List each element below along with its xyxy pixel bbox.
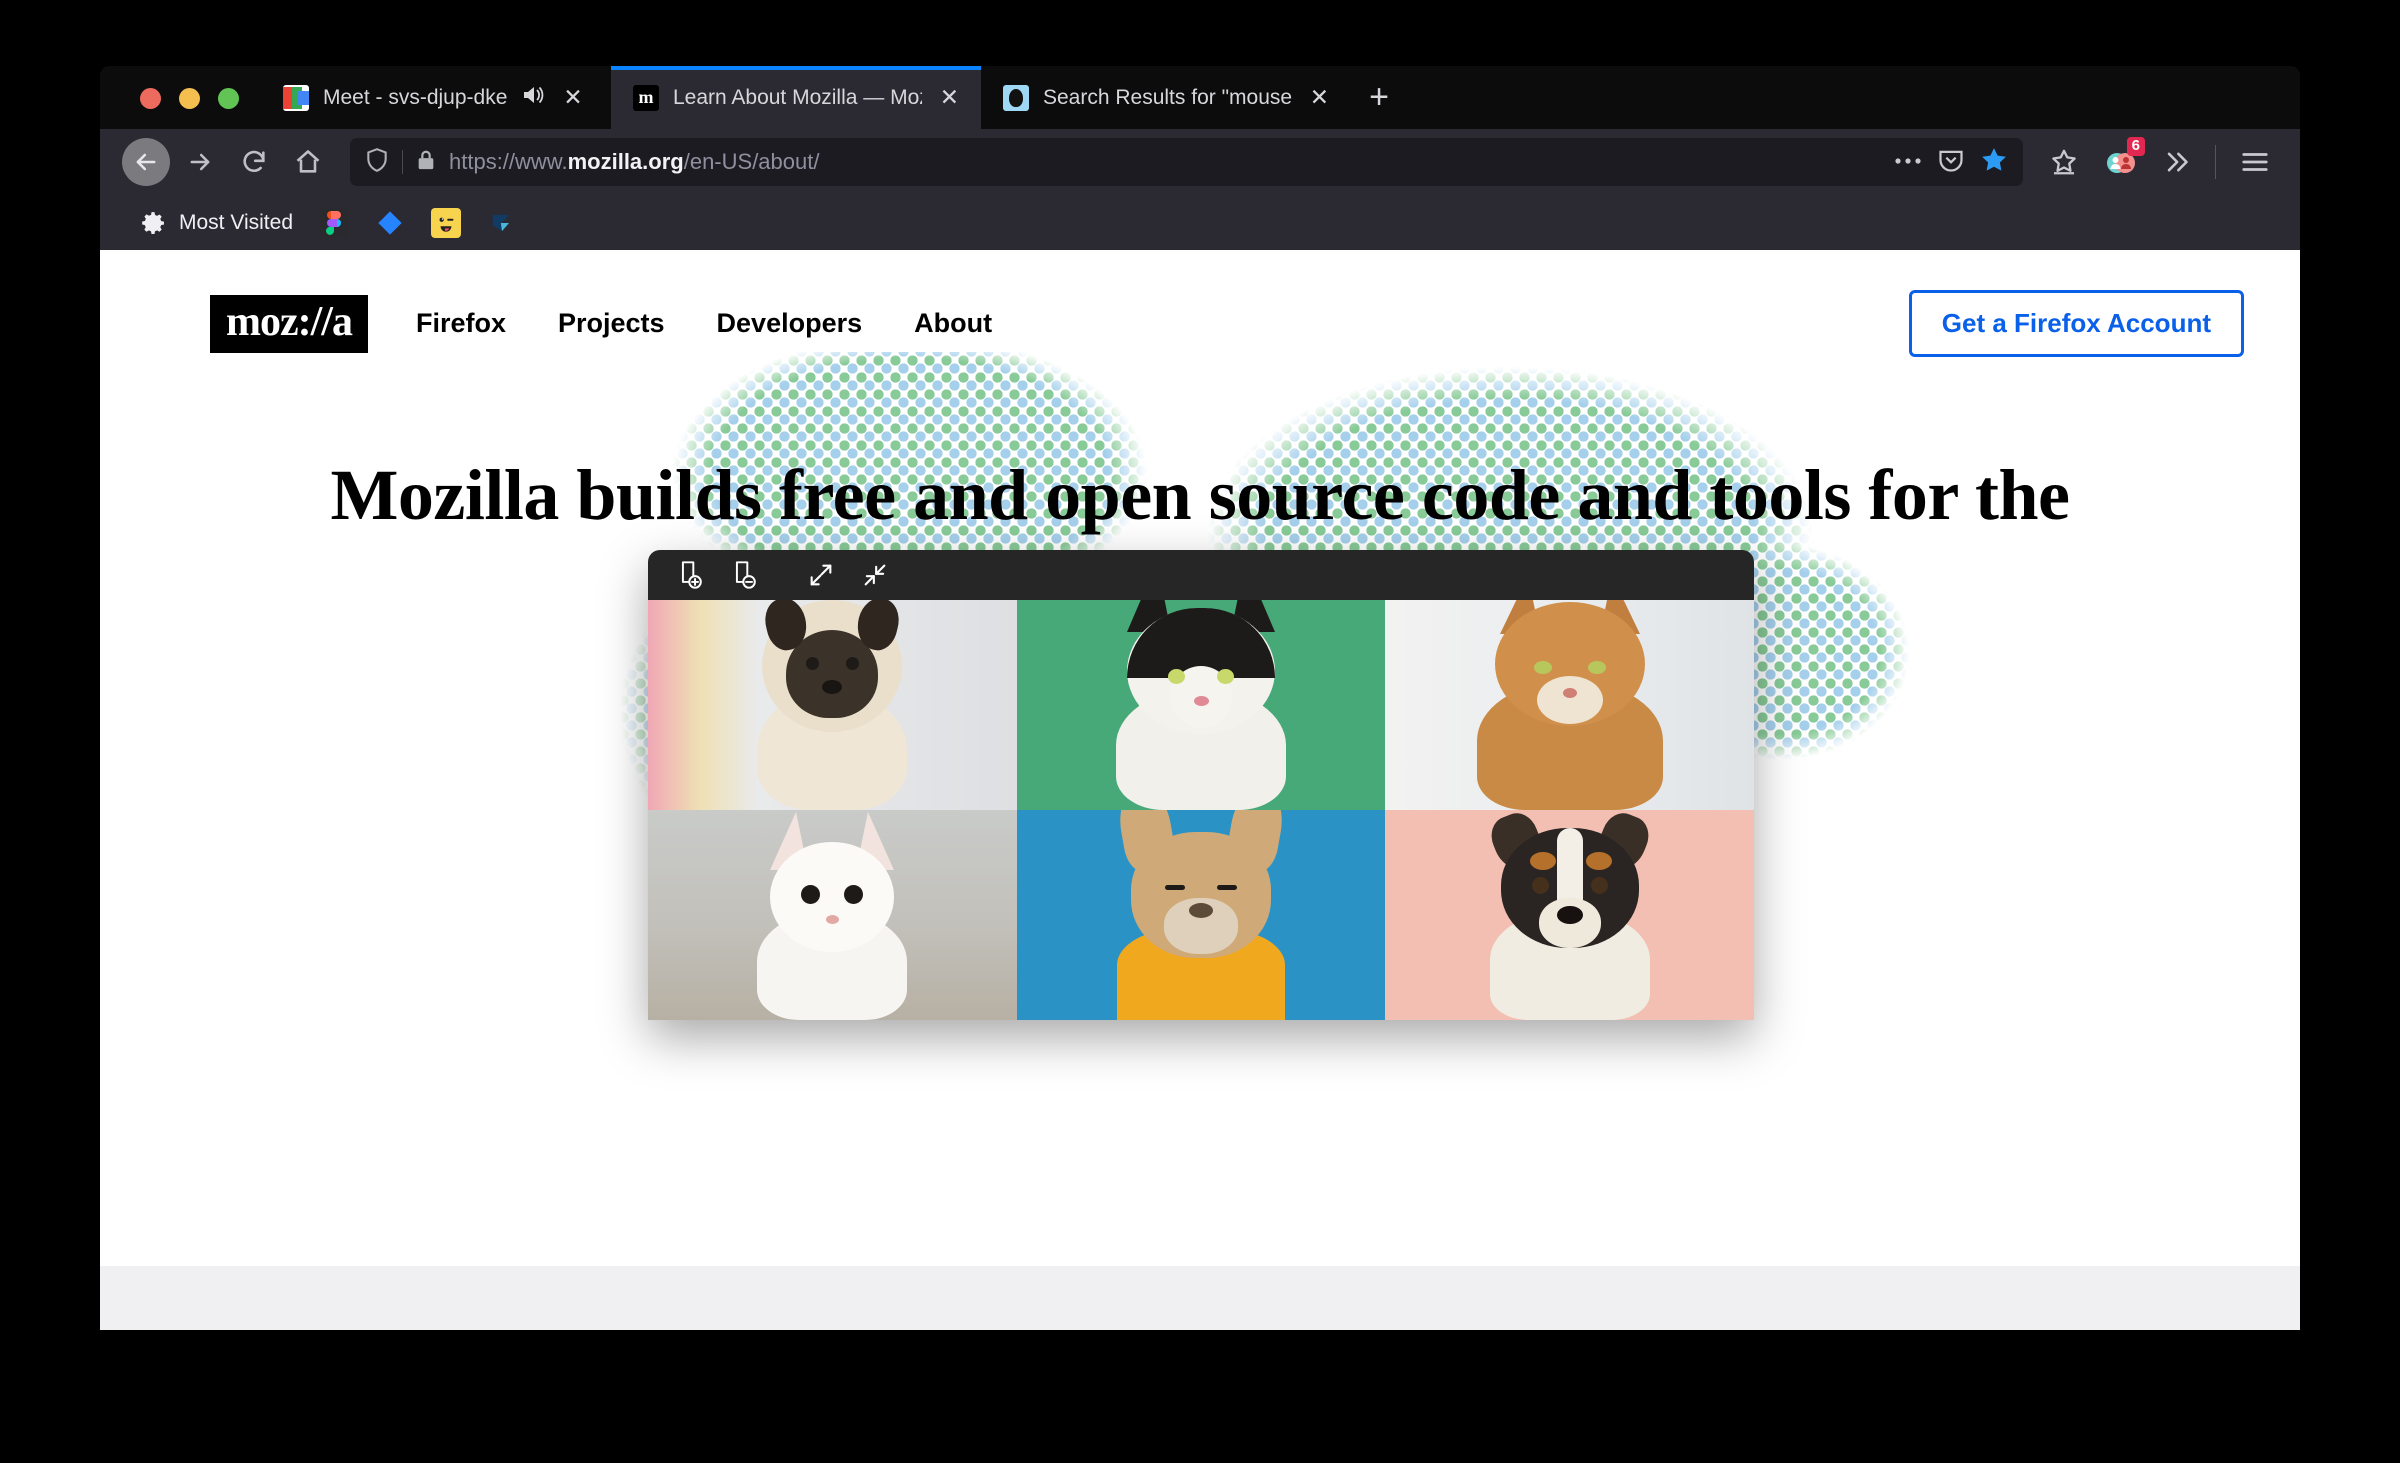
tab-list: Meet - svs-djup-dke ✕ m Learn About Mozi…: [261, 66, 2300, 129]
mission-heading: Our Mission in Action: [100, 1266, 2300, 1330]
pet-photo-french-bulldog[interactable]: [1016, 810, 1386, 1020]
bengal-right-eye: [1587, 661, 1606, 674]
jack-left-brow: [1529, 852, 1556, 870]
pet-photo-pug[interactable]: [648, 600, 1017, 810]
page-content: moz://a Firefox Projects Developers Abou…: [100, 250, 2300, 1330]
save-to-library-icon[interactable]: [2041, 139, 2087, 185]
pet-photo-bengal-cat[interactable]: [1385, 600, 1754, 810]
navigation-toolbar: https://www.mozilla.org/en-US/about/ 6: [100, 129, 2300, 195]
nav-link-about[interactable]: About: [914, 308, 992, 339]
browser-window: Meet - svs-djup-dke ✕ m Learn About Mozi…: [100, 66, 2300, 1330]
mission-section: Our Mission in Action: [100, 1266, 2300, 1330]
jack-right-eye: [1590, 877, 1608, 894]
emoji-icon: [431, 207, 461, 238]
bookmark-most-visited[interactable]: Most Visited: [130, 204, 301, 242]
url-divider: [402, 150, 403, 174]
tab-title: Learn About Mozilla — Mozilla: [673, 85, 922, 109]
frenchie-left-eye: [1164, 885, 1185, 890]
pet-photo-jack-russell[interactable]: [1385, 810, 1754, 1020]
nav-link-firefox[interactable]: Firefox: [416, 308, 506, 339]
figma-icon: [319, 207, 349, 238]
multi-account-containers-icon[interactable]: 6: [2097, 137, 2145, 185]
site-navigation: moz://a Firefox Projects Developers Abou…: [100, 250, 2300, 357]
toolbar-right-icons: 6: [2041, 137, 2278, 185]
hamburger-menu-icon[interactable]: [2232, 139, 2278, 185]
gear-icon: [138, 208, 168, 238]
padlock-icon[interactable]: [415, 148, 437, 177]
tab-close-button[interactable]: ✕: [936, 86, 963, 109]
url-bar[interactable]: https://www.mozilla.org/en-US/about/: [350, 138, 2023, 186]
add-page-button[interactable]: [668, 554, 714, 596]
expand-button[interactable]: [798, 554, 844, 596]
frenchie-right-eye: [1216, 885, 1237, 890]
bookmarks-bar: Most Visited: [100, 195, 2300, 250]
mozilla-icon: m: [633, 84, 659, 111]
bookmark-emoji[interactable]: [423, 204, 469, 242]
get-firefox-account-button[interactable]: Get a Firefox Account: [1908, 290, 2244, 357]
overlay-toolbar: [648, 550, 1754, 600]
bengal-left-eye: [1533, 661, 1552, 674]
account-badge: 6: [2126, 137, 2145, 156]
site-nav-links: Firefox Projects Developers About: [416, 308, 992, 339]
tab-meet[interactable]: Meet - svs-djup-dke ✕: [261, 66, 611, 129]
star-filled-icon[interactable]: [1979, 145, 2009, 180]
home-button[interactable]: [284, 138, 332, 186]
remove-page-button[interactable]: [722, 554, 768, 596]
jira-icon: [375, 208, 405, 238]
new-tab-button[interactable]: +: [1351, 66, 1407, 129]
tab-close-button[interactable]: ✕: [559, 86, 586, 109]
search-site-icon: [1003, 84, 1029, 111]
bookmark-home[interactable]: [479, 204, 525, 242]
bookmark-figma[interactable]: [311, 204, 357, 242]
bookmark-jira[interactable]: [367, 204, 413, 242]
url-text[interactable]: https://www.mozilla.org/en-US/about/: [449, 149, 1873, 175]
collapse-button[interactable]: [852, 554, 898, 596]
bengal-muzzle: [1536, 676, 1603, 724]
tab-learn-about-mozilla[interactable]: m Learn About Mozilla — Mozilla ✕: [611, 66, 981, 129]
url-prefix: https://www.: [449, 149, 568, 174]
bookmark-label: Most Visited: [179, 210, 293, 234]
jack-nose: [1556, 906, 1583, 924]
pet-photo-tuxedo-cat[interactable]: [1016, 600, 1386, 810]
ellipsis-icon[interactable]: [1893, 153, 1923, 171]
pet-image-grid: [648, 600, 1754, 1020]
jack-right-brow: [1585, 852, 1612, 870]
bengal-nose: [1562, 688, 1577, 698]
url-action-icons: [1885, 145, 2009, 180]
tuxedo-nose: [1193, 696, 1209, 706]
url-path: /en-US/about/: [683, 149, 820, 174]
tuxedo-right-eye: [1216, 669, 1234, 684]
google-meet-icon: [283, 84, 309, 111]
forward-button[interactable]: [176, 138, 224, 186]
pet-image-overlay-panel: [648, 550, 1754, 1020]
close-window-button[interactable]: [140, 88, 161, 109]
minimize-window-button[interactable]: [179, 88, 200, 109]
home-bookmark-icon: [487, 208, 517, 238]
chevron-double-right-icon[interactable]: [2153, 139, 2199, 185]
tab-title: Search Results for "mouseEvent: [1043, 85, 1292, 109]
tab-title: Meet - svs-djup-dke: [323, 85, 508, 109]
url-host: mozilla.org: [567, 149, 684, 174]
tab-close-button[interactable]: ✕: [1306, 86, 1333, 109]
tuxedo-left-eye: [1167, 669, 1185, 684]
toolbar-separator: [2215, 145, 2216, 179]
mozilla-logo[interactable]: moz://a: [210, 294, 368, 353]
window-traffic-lights: [100, 88, 261, 129]
nav-link-developers[interactable]: Developers: [717, 308, 863, 339]
jack-left-eye: [1531, 877, 1549, 894]
maximize-window-button[interactable]: [218, 88, 239, 109]
kitten-head: [770, 842, 895, 952]
nav-link-projects[interactable]: Projects: [558, 308, 665, 339]
tab-strip: Meet - svs-djup-dke ✕ m Learn About Mozi…: [100, 66, 2300, 129]
tab-search-results[interactable]: Search Results for "mouseEvent ✕: [981, 66, 1351, 129]
back-button[interactable]: [122, 138, 170, 186]
tracking-protection-shield-icon[interactable]: [364, 147, 390, 178]
frenchie-nose: [1188, 903, 1213, 918]
pocket-icon[interactable]: [1937, 146, 1965, 179]
speaker-icon[interactable]: [521, 84, 545, 112]
pet-photo-white-kitten[interactable]: [648, 810, 1017, 1020]
reload-button[interactable]: [230, 138, 278, 186]
